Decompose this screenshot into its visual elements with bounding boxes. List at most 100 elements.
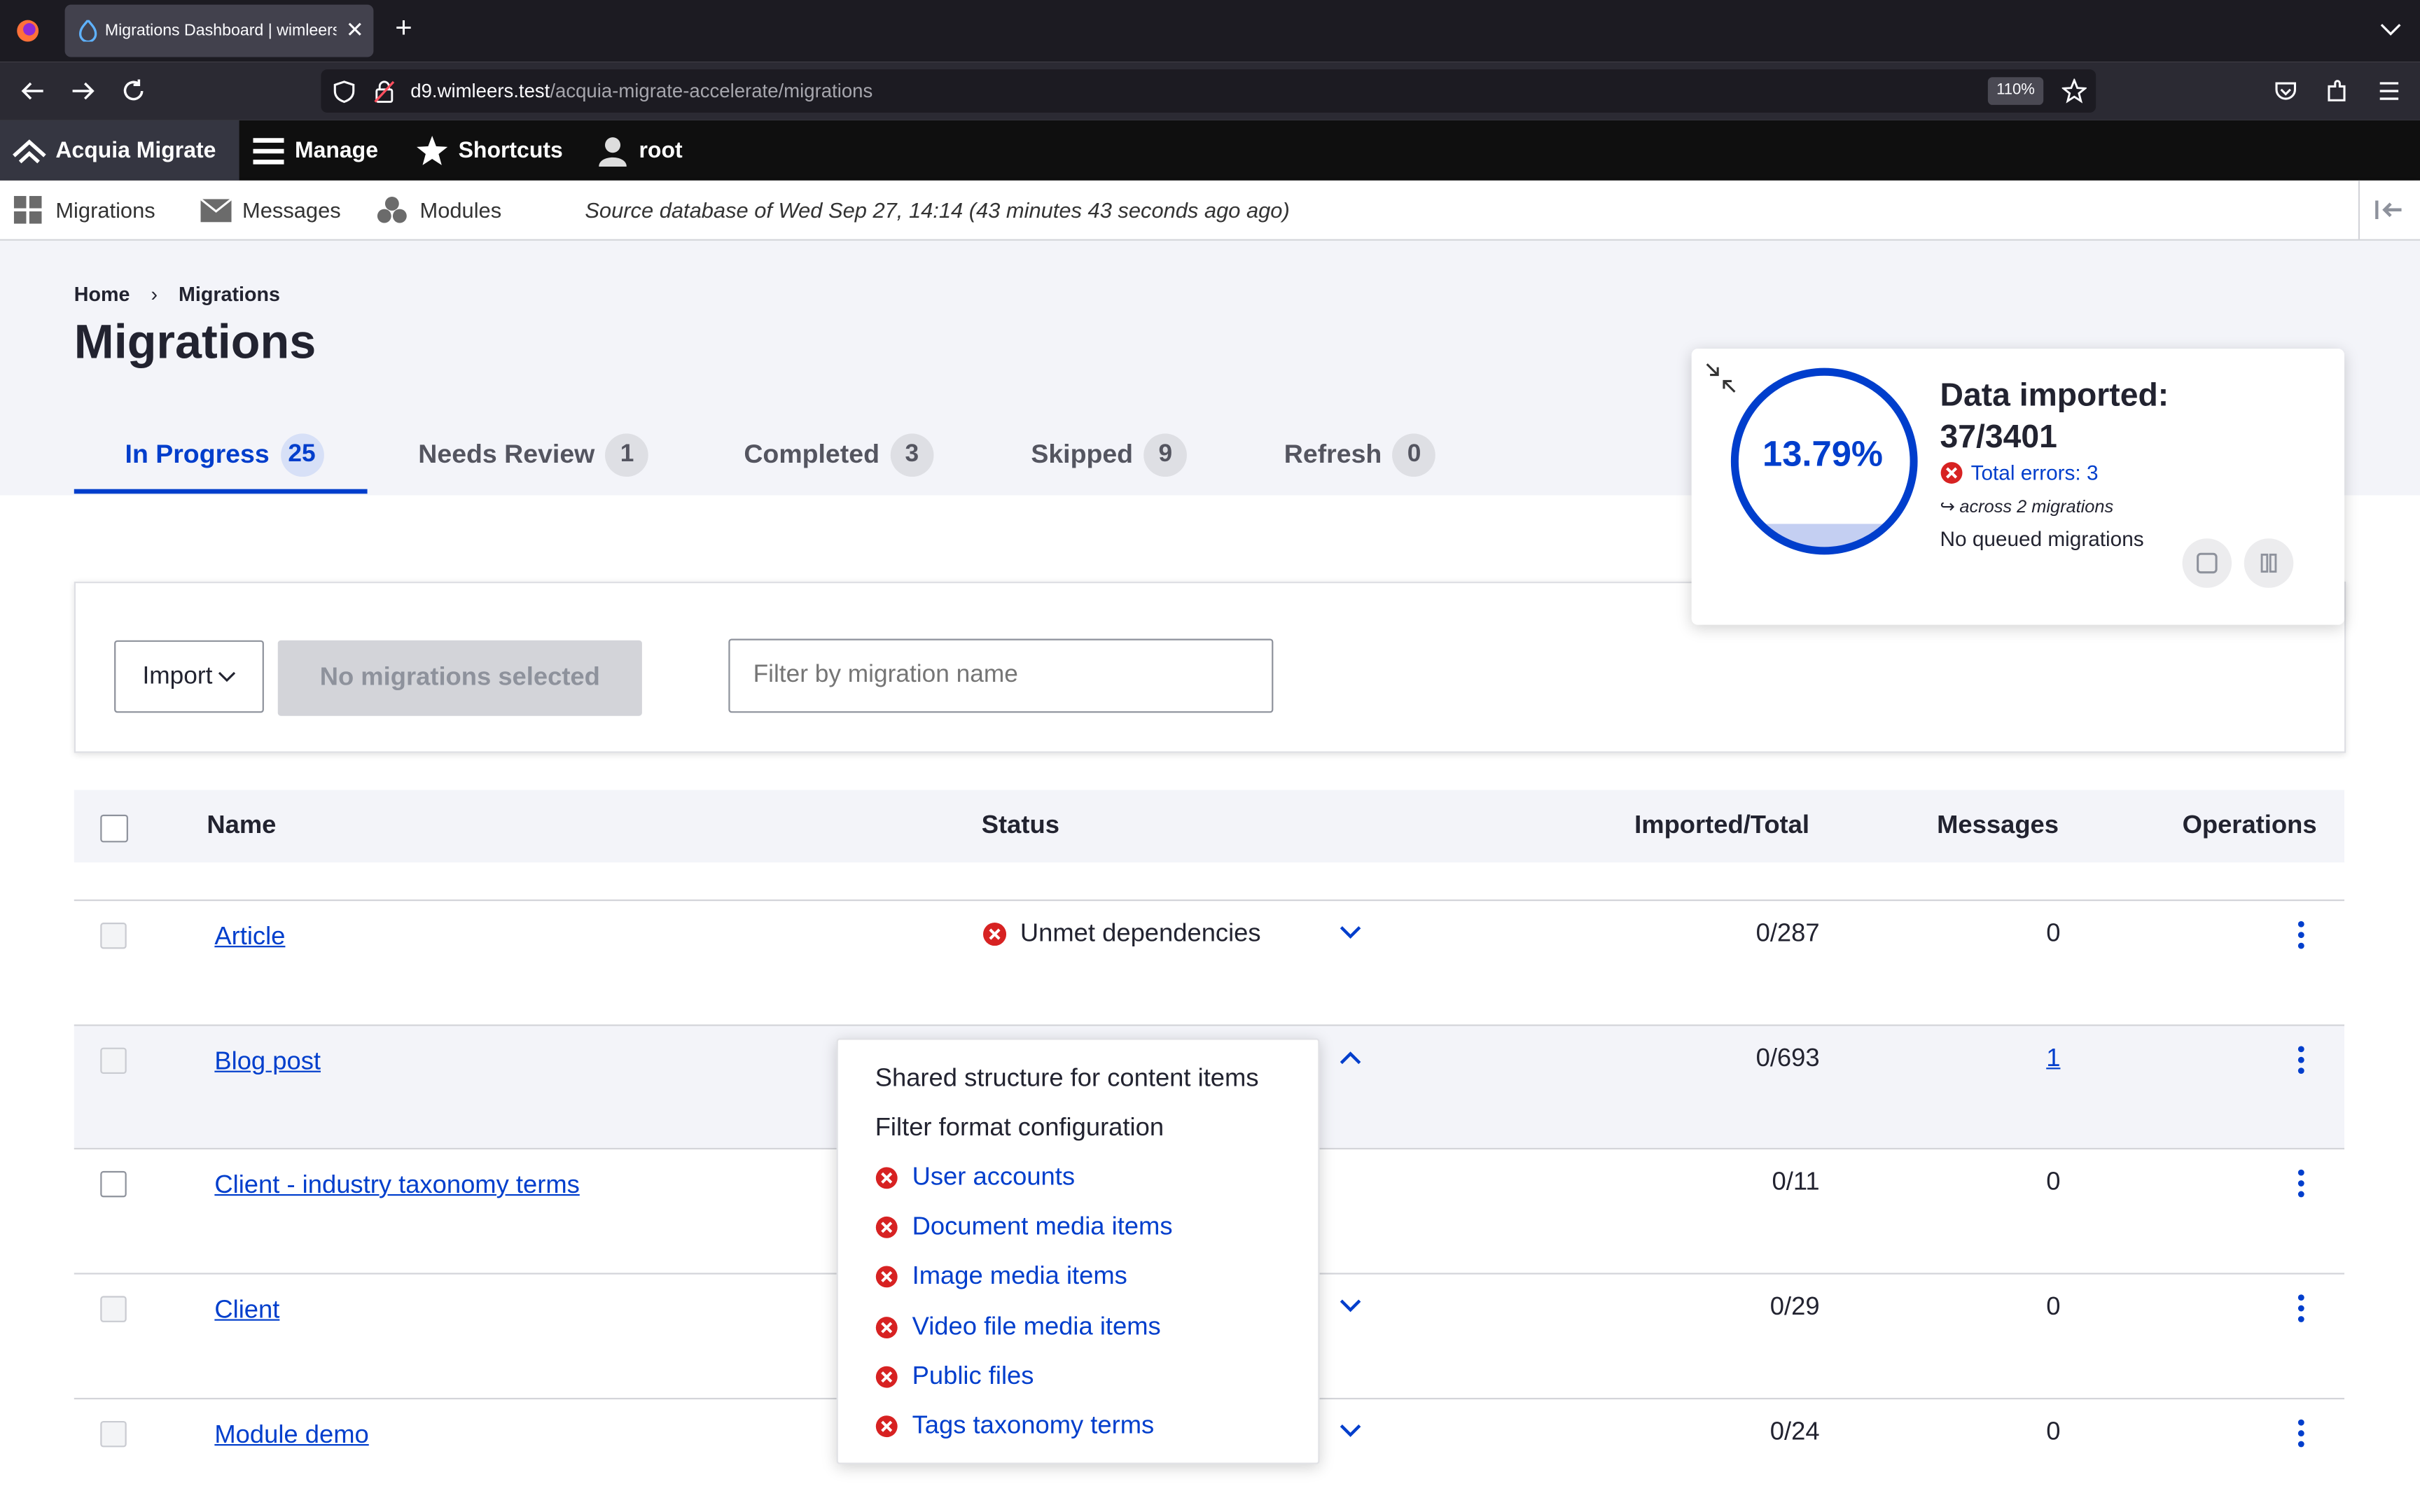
toolbar-shortcuts[interactable]: Shortcuts [417, 120, 563, 181]
migration-name-link[interactable]: Client [214, 1296, 279, 1325]
chevron-down-icon[interactable] [1340, 1424, 1361, 1438]
toolbar-user[interactable]: root [599, 120, 683, 181]
extensions-icon[interactable] [2324, 78, 2349, 103]
import-dropdown[interactable]: Import [114, 640, 264, 713]
column-header-name[interactable]: Name [207, 790, 276, 862]
toolbar-manage-label: Manage [294, 138, 378, 163]
migration-name-link[interactable]: Blog post [214, 1048, 321, 1077]
migration-name-link[interactable]: Article [214, 923, 285, 952]
no-migrations-selected-button[interactable]: No migrations selected [277, 640, 642, 716]
row-checkbox[interactable] [100, 1420, 127, 1448]
breadcrumb-home[interactable]: Home [74, 282, 130, 305]
row-checkbox[interactable] [100, 1047, 127, 1074]
imported-total: 0/24 [1769, 1418, 1820, 1446]
shield-icon[interactable] [333, 80, 355, 104]
forward-icon[interactable] [71, 80, 95, 102]
tray-modules[interactable]: Modules [377, 181, 501, 239]
errors-across: ↪ across 2 migrations [1940, 496, 2114, 517]
chevron-up-icon[interactable] [1340, 1051, 1361, 1065]
imported-total: 0/287 [1755, 919, 1820, 948]
close-tab-icon[interactable]: ✕ [346, 17, 364, 43]
filter-by-name-input[interactable] [728, 638, 1274, 713]
new-tab-icon[interactable]: + [395, 13, 412, 46]
toolbar-manage[interactable]: Manage [253, 120, 378, 181]
reload-icon[interactable] [122, 78, 146, 103]
tray-modules-label: Modules [419, 197, 502, 223]
imported-total: 0/29 [1769, 1293, 1820, 1321]
dependency-met: Filter format configuration [875, 1114, 1164, 1142]
pocket-icon[interactable] [2274, 78, 2298, 103]
tab-skipped[interactable]: Skipped 9 [1031, 420, 1188, 489]
messages-count: 0 [2046, 1293, 2061, 1321]
menu-icon[interactable] [2377, 80, 2401, 102]
operations-menu-icon[interactable] [2297, 1419, 2304, 1452]
toolbar-brand[interactable]: Acquia Migrate [0, 120, 239, 181]
source-database-info: Source database of Wed Sep 27, 14:14 (43… [585, 197, 1290, 223]
tab-count-badge: 1 [605, 433, 649, 476]
migration-name-link[interactable]: Client - industry taxonomy terms [214, 1171, 579, 1200]
error-icon [875, 1167, 898, 1189]
error-icon [875, 1366, 898, 1388]
stop-button[interactable] [2182, 538, 2232, 588]
dependency-unmet: Public files [875, 1362, 1034, 1392]
address-bar[interactable]: d9.wimleers.test/acquia-migrate-accelera… [321, 69, 2096, 113]
column-header-operations: Operations [2182, 811, 2317, 840]
tab-label: Refresh [1284, 439, 1382, 468]
messages-count: 0 [2046, 1168, 2061, 1196]
dependency-unmet: Tags taxonomy terms [875, 1412, 1155, 1441]
import-dropdown-label: Import [142, 662, 213, 690]
modules-icon [377, 197, 407, 223]
tab-needs-review[interactable]: Needs Review 1 [418, 420, 649, 489]
chevron-down-icon[interactable] [1340, 925, 1361, 939]
error-icon [875, 1415, 898, 1438]
dependency-link[interactable]: User accounts [912, 1163, 1075, 1193]
tray-migrations-label: Migrations [55, 197, 155, 223]
total-errors-link[interactable]: Total errors: 3 [1940, 461, 2099, 484]
breadcrumb-current[interactable]: Migrations [179, 282, 280, 305]
migration-name-link[interactable]: Module demo [214, 1421, 368, 1450]
dependency-link[interactable]: Video file media items [912, 1313, 1161, 1343]
dependency-link[interactable]: Image media items [912, 1262, 1127, 1292]
back-icon[interactable] [20, 80, 45, 102]
zoom-level-badge[interactable]: 110% [1987, 77, 2044, 105]
tray-orientation-toggle[interactable] [2358, 180, 2420, 239]
dependency-unmet: Video file media items [875, 1313, 1161, 1343]
dependency-unmet: Document media items [875, 1212, 1173, 1242]
return-arrow-icon: ↪ [1940, 498, 1955, 517]
progress-title: Data imported: 37/3401 [1940, 375, 2169, 458]
tab-list-chevron-icon[interactable] [2380, 22, 2402, 37]
pause-button[interactable] [2244, 538, 2294, 588]
tab-in-progress[interactable]: In Progress 25 [125, 420, 324, 489]
tab-refresh[interactable]: Refresh 0 [1284, 420, 1436, 489]
insecure-lock-icon[interactable] [373, 80, 395, 104]
dependency-link[interactable]: Tags taxonomy terms [912, 1412, 1155, 1441]
tab-label: Skipped [1031, 439, 1134, 468]
dependency-unmet: Image media items [875, 1262, 1127, 1292]
browser-tab-bar: Migrations Dashboard | wimleers ✕ + [0, 0, 2420, 62]
tray-messages[interactable]: Messages [200, 181, 341, 239]
row-checkbox[interactable] [100, 1170, 127, 1198]
row-checkbox[interactable] [100, 1296, 127, 1322]
status-text: Unmet dependencies [1020, 919, 1261, 948]
error-icon [1940, 462, 1963, 484]
dependency-link[interactable]: Document media items [912, 1212, 1173, 1242]
select-all-checkbox[interactable] [100, 814, 128, 843]
acquia-logo-icon [13, 139, 46, 163]
dependency-unmet: User accounts [875, 1163, 1075, 1193]
chevron-down-icon[interactable] [1340, 1299, 1361, 1313]
row-checkbox[interactable] [100, 923, 127, 949]
messages-link[interactable]: 1 [1973, 1044, 2060, 1074]
tab-label: In Progress [125, 439, 270, 468]
tray-migrations[interactable]: Migrations [13, 181, 155, 239]
operations-menu-icon[interactable] [2297, 1046, 2304, 1078]
column-header-imported: Imported/Total [1634, 811, 1809, 840]
tab-completed[interactable]: Completed 3 [744, 420, 934, 489]
toolbar-tray: Migrations Messages Modules Source datab… [0, 180, 2420, 241]
tab-label: Completed [744, 439, 879, 468]
browser-tab[interactable]: Migrations Dashboard | wimleers ✕ [64, 4, 374, 57]
operations-menu-icon[interactable] [2297, 1169, 2304, 1202]
operations-menu-icon[interactable] [2297, 920, 2304, 953]
bookmark-star-icon[interactable] [2061, 78, 2087, 104]
dependency-link[interactable]: Public files [912, 1362, 1034, 1392]
operations-menu-icon[interactable] [2297, 1294, 2304, 1326]
